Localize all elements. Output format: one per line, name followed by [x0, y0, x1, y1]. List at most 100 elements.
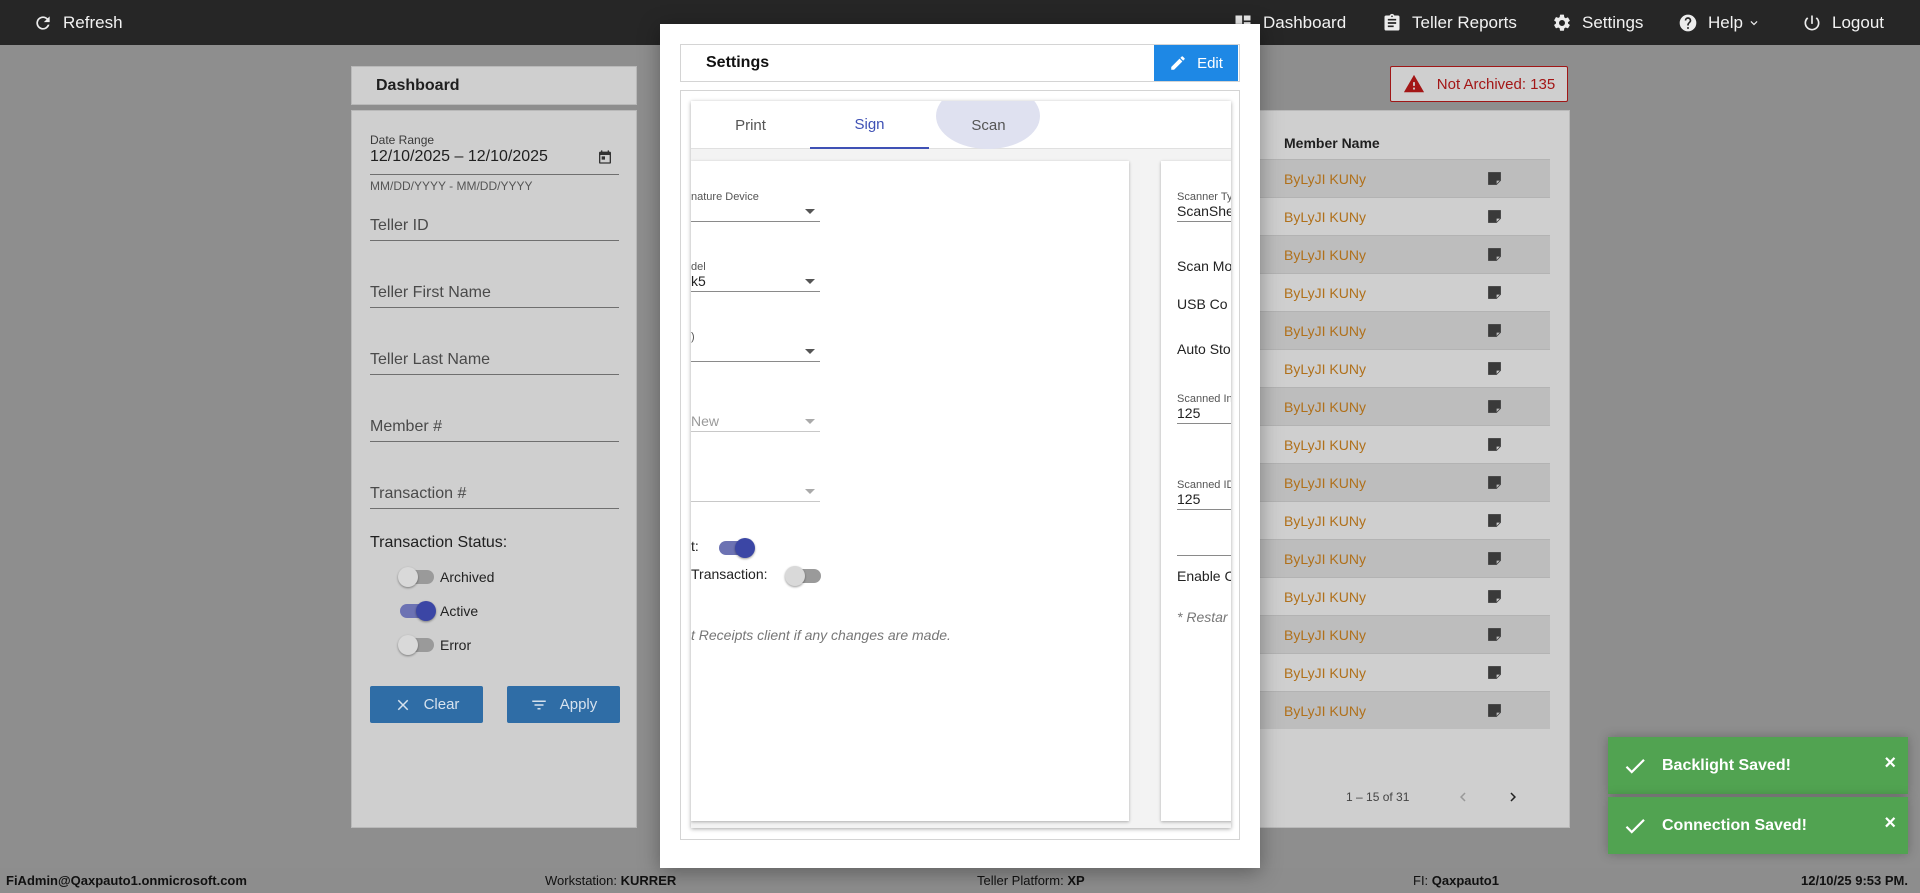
scanned-id-input[interactable] — [1177, 509, 1231, 510]
field3-dropdown-caret[interactable] — [805, 349, 815, 354]
refresh-button[interactable]: Refresh — [33, 0, 123, 45]
table-row[interactable]: ByLyJI KUNy — [1260, 577, 1550, 615]
note-icon[interactable] — [1486, 588, 1503, 605]
logout-button[interactable]: Logout — [1802, 0, 1884, 45]
table-row[interactable]: ByLyJI KUNy — [1260, 349, 1550, 387]
table-row[interactable]: ByLyJI KUNy — [1260, 235, 1550, 273]
member-name-link[interactable]: ByLyJI KUNy — [1284, 209, 1366, 225]
member-number-field[interactable]: Member # — [370, 418, 442, 436]
field5-select[interactable] — [691, 501, 820, 502]
table-row[interactable]: ByLyJI KUNy — [1260, 691, 1550, 729]
not-archived-badge[interactable]: Not Archived: 135 — [1390, 66, 1568, 102]
tab-print-label: Print — [735, 116, 766, 134]
note-icon[interactable] — [1486, 474, 1503, 491]
status-active-toggle[interactable]: Active — [400, 600, 478, 622]
date-range-input[interactable]: 12/10/2025 – 12/10/2025 — [370, 148, 548, 166]
toast-message: Backlight Saved! — [1662, 756, 1791, 774]
field3-select[interactable] — [691, 361, 820, 362]
note-icon[interactable] — [1486, 322, 1503, 339]
note-icon[interactable] — [1486, 398, 1503, 415]
member-name-link[interactable]: ByLyJI KUNy — [1284, 437, 1366, 453]
note-icon[interactable] — [1486, 702, 1503, 719]
toast-close-button[interactable]: × — [1884, 753, 1896, 773]
scanned-image-input[interactable] — [1177, 423, 1231, 424]
note-icon[interactable] — [1486, 626, 1503, 643]
table-row[interactable]: ByLyJI KUNy — [1260, 539, 1550, 577]
tab-scan[interactable]: Scan — [929, 101, 1048, 149]
scanned-id-value[interactable]: 125 — [1177, 491, 1200, 507]
table-row[interactable]: ByLyJI KUNy — [1260, 653, 1550, 691]
blank-input[interactable] — [1177, 555, 1231, 556]
table-row[interactable]: ByLyJI KUNy — [1260, 197, 1550, 235]
toggle1-switch[interactable] — [719, 538, 755, 558]
toggle-switch[interactable] — [398, 567, 434, 587]
table-row[interactable]: ByLyJI KUNy — [1260, 425, 1550, 463]
member-name-link[interactable]: ByLyJI KUNy — [1284, 589, 1366, 605]
member-name-link[interactable]: ByLyJI KUNy — [1284, 475, 1366, 491]
table-row[interactable]: ByLyJI KUNy — [1260, 273, 1550, 311]
signature-device-select[interactable] — [691, 221, 820, 222]
note-icon[interactable] — [1486, 436, 1503, 453]
teller-last-name-field[interactable]: Teller Last Name — [370, 351, 490, 369]
apply-button[interactable]: Apply — [507, 686, 620, 723]
nav-settings[interactable]: Settings — [1552, 0, 1643, 45]
member-name-link[interactable]: ByLyJI KUNy — [1284, 665, 1366, 681]
status-archived-toggle[interactable]: Archived — [398, 566, 494, 588]
nav-teller-reports[interactable]: Teller Reports — [1382, 0, 1517, 45]
field4-dropdown-caret[interactable] — [805, 419, 815, 424]
member-name-link[interactable]: ByLyJI KUNy — [1284, 285, 1366, 301]
model-dropdown-caret[interactable] — [805, 279, 815, 284]
model-select-value[interactable]: k5 — [691, 273, 706, 289]
scanner-type-select[interactable] — [1177, 221, 1231, 222]
toggle-switch[interactable] — [400, 601, 436, 621]
note-icon[interactable] — [1486, 208, 1503, 225]
refresh-icon — [36, 15, 50, 30]
field4-select[interactable] — [691, 431, 820, 432]
next-page-icon[interactable] — [1504, 788, 1522, 806]
note-icon[interactable] — [1486, 360, 1503, 377]
table-row[interactable]: ByLyJI KUNy — [1260, 501, 1550, 539]
member-name-link[interactable]: ByLyJI KUNy — [1284, 513, 1366, 529]
note-icon[interactable] — [1486, 512, 1503, 529]
tab-sign[interactable]: Sign — [810, 101, 929, 149]
table-row[interactable]: ByLyJI KUNy — [1260, 615, 1550, 653]
scanner-type-value[interactable]: ScanShe — [1177, 203, 1231, 219]
tab-print[interactable]: Print — [691, 101, 810, 149]
note-icon[interactable] — [1486, 550, 1503, 567]
member-name-link[interactable]: ByLyJI KUNy — [1284, 627, 1366, 643]
transaction-number-field[interactable]: Transaction # — [370, 485, 466, 503]
note-icon[interactable] — [1486, 246, 1503, 263]
teller-first-name-field[interactable]: Teller First Name — [370, 284, 491, 302]
member-name-link[interactable]: ByLyJI KUNy — [1284, 551, 1366, 567]
previous-page-icon[interactable] — [1454, 788, 1472, 806]
toggle2-switch[interactable] — [785, 566, 821, 586]
toast-close-button[interactable]: × — [1884, 813, 1896, 833]
signature-device-dropdown-caret[interactable] — [805, 209, 815, 214]
model-select[interactable] — [691, 291, 820, 292]
table-row[interactable]: ByLyJI KUNy — [1260, 387, 1550, 425]
note-icon[interactable] — [1486, 170, 1503, 187]
calendar-icon[interactable] — [597, 149, 613, 165]
note-icon[interactable] — [1486, 664, 1503, 681]
status-error-toggle[interactable]: Error — [398, 634, 471, 656]
toggle-switch[interactable] — [398, 635, 434, 655]
clear-button[interactable]: Clear — [370, 686, 483, 723]
nav-help[interactable]: Help — [1678, 0, 1761, 45]
member-name-link[interactable]: ByLyJI KUNy — [1284, 323, 1366, 339]
member-name-link[interactable]: ByLyJI KUNy — [1284, 247, 1366, 263]
member-name-link[interactable]: ByLyJI KUNy — [1284, 703, 1366, 719]
settings-dialog-title: Settings — [706, 54, 770, 71]
member-name-link[interactable]: ByLyJI KUNy — [1284, 361, 1366, 377]
table-row[interactable]: ByLyJI KUNy — [1260, 463, 1550, 501]
filter-panel: Date Range 12/10/2025 – 12/10/2025 MM/DD… — [351, 110, 637, 828]
table-row[interactable]: ByLyJI KUNy — [1260, 311, 1550, 349]
note-icon[interactable] — [1486, 284, 1503, 301]
teller-id-field[interactable]: Teller ID — [370, 217, 429, 235]
scanned-image-value[interactable]: 125 — [1177, 405, 1200, 421]
edit-button[interactable]: Edit — [1154, 45, 1238, 81]
field5-dropdown-caret[interactable] — [805, 489, 815, 494]
member-name-link[interactable]: ByLyJI KUNy — [1284, 171, 1366, 187]
member-name-link[interactable]: ByLyJI KUNy — [1284, 399, 1366, 415]
field4-select-value[interactable]: New — [691, 413, 719, 429]
table-row[interactable]: ByLyJI KUNy — [1260, 159, 1550, 197]
